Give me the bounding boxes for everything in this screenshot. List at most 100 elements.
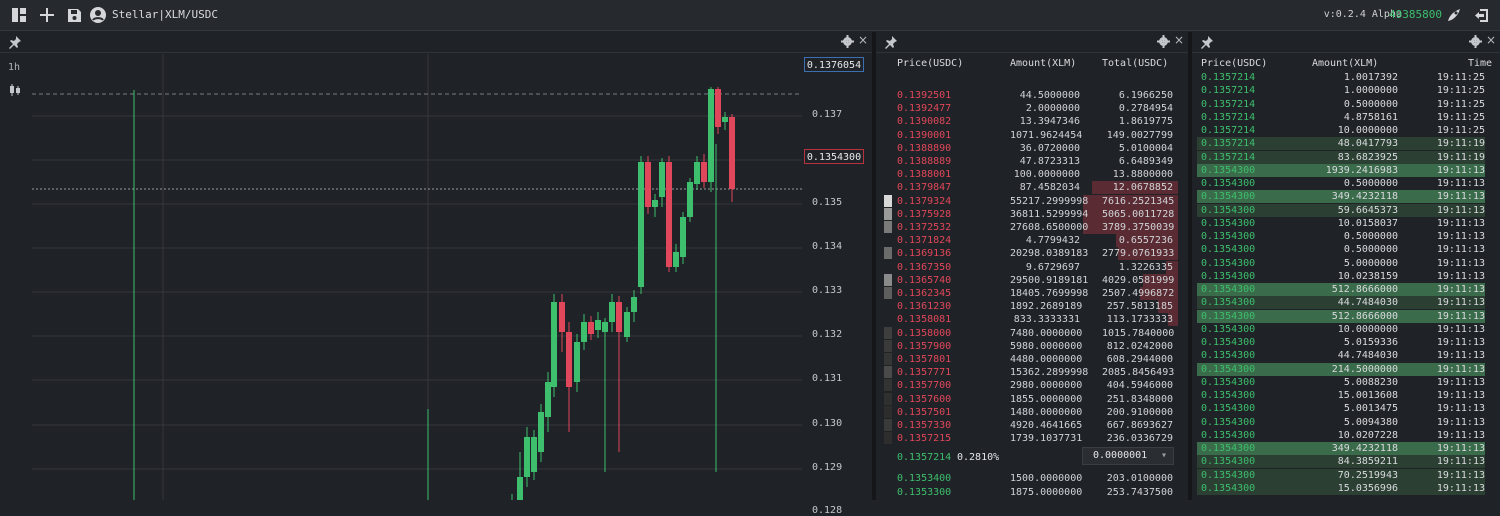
- price-chart[interactable]: [32, 54, 802, 500]
- ask-price[interactable]: 0.1362345: [897, 287, 951, 300]
- trade-time: 19:11:13: [1436, 323, 1485, 335]
- trade-price: 0.1354300: [1201, 297, 1256, 309]
- y-axis-tick-label: 0.131: [812, 373, 843, 384]
- pin-icon[interactable]: [1200, 35, 1214, 49]
- ask-price[interactable]: 0.1358000: [897, 327, 951, 340]
- trade-amount: 349.4232118: [1331, 443, 1398, 454]
- ask-price[interactable]: 0.1361230: [897, 300, 951, 313]
- cumulative-marker: [884, 405, 892, 418]
- trade-amount: 44.7484030: [1337, 297, 1398, 309]
- trade-time: 19:11:25: [1436, 72, 1485, 83]
- add-icon[interactable]: [39, 7, 55, 23]
- ask-price[interactable]: 0.1388889: [897, 155, 951, 168]
- trade-price: 0.1354300: [1201, 323, 1256, 335]
- trades-header-time: Time: [1468, 58, 1493, 69]
- ask-price[interactable]: 0.1392477: [897, 102, 951, 115]
- candlestick-icon[interactable]: [9, 84, 21, 96]
- top-bar: Stellar|XLM/USDC v:0.2.4 Alpha 49385800: [0, 0, 1500, 31]
- chart-panel-header: ×: [0, 32, 872, 53]
- trade-price: 0.1357214: [1201, 72, 1256, 83]
- close-icon[interactable]: ×: [858, 33, 868, 47]
- timeframe-label[interactable]: 1h: [8, 62, 20, 73]
- ask-price[interactable]: 0.1357215: [897, 432, 951, 445]
- trade-amount: 10.0207228: [1337, 429, 1398, 441]
- bid-total: 253.7437500: [1106, 486, 1173, 498]
- precision-select[interactable]: 0.0000001 ▾: [1082, 447, 1174, 465]
- trade-amount: 512.8666000: [1331, 310, 1398, 322]
- candle-body: [566, 332, 572, 387]
- candle-body: [517, 477, 523, 500]
- y-axis-tick-label: 0.137: [812, 109, 843, 120]
- trade-price: 0.1357214: [1201, 98, 1256, 110]
- ask-price[interactable]: 0.1365740: [897, 274, 951, 287]
- pin-icon[interactable]: [884, 35, 898, 49]
- ask-total: 2507.4996872: [1102, 288, 1175, 299]
- cumulative-marker: [884, 287, 892, 299]
- ask-total: 251.8348000: [1106, 393, 1173, 405]
- ask-amount: 27608.6500000: [1010, 222, 1089, 233]
- ask-price[interactable]: 0.1357600: [897, 393, 951, 406]
- rocket-icon[interactable]: [1446, 7, 1462, 23]
- candle-body: [666, 162, 672, 267]
- trade-time: 19:11:13: [1436, 390, 1485, 401]
- trade-amount: 5.0159336: [1343, 337, 1398, 348]
- account-icon[interactable]: [90, 7, 106, 23]
- ask-price[interactable]: 0.1357501: [897, 406, 951, 419]
- trade-time: 19:11:13: [1436, 231, 1485, 242]
- ask-amount: 1480.0000000: [1010, 406, 1083, 418]
- y-axis-tick-label: 0.129: [812, 462, 843, 473]
- ask-price[interactable]: 0.1379847: [897, 181, 951, 194]
- trade-amount: 512.8666000: [1331, 284, 1398, 295]
- candle-body: [545, 382, 551, 417]
- ask-total: 257.5813185: [1106, 301, 1173, 313]
- ask-price[interactable]: 0.1371824: [897, 234, 951, 247]
- ask-price[interactable]: 0.1358081: [897, 313, 951, 326]
- ask-amount: 15362.2899998: [1010, 367, 1089, 379]
- trade-row: 0.1357214 1.0000000 19:11:25: [1197, 84, 1485, 97]
- ask-price[interactable]: 0.1388890: [897, 142, 951, 155]
- ask-price[interactable]: 0.1369136: [897, 247, 951, 260]
- spread-percent: 0.2810%: [957, 452, 1000, 463]
- trade-row: 0.1357214 10.0000000 19:11:25: [1197, 124, 1485, 137]
- close-icon[interactable]: ×: [1486, 33, 1496, 47]
- save-icon[interactable]: [66, 7, 82, 23]
- gear-icon[interactable]: [841, 35, 854, 48]
- trade-row: 0.1354300 10.0158037 19:11:13: [1197, 217, 1485, 230]
- ask-amount: 5980.0000000: [1010, 340, 1083, 352]
- close-icon[interactable]: ×: [1174, 33, 1184, 47]
- gear-icon[interactable]: [1469, 35, 1482, 48]
- pin-icon[interactable]: [8, 35, 22, 49]
- layout-icon[interactable]: [11, 7, 27, 23]
- trade-row: 0.1357214 0.5000000 19:11:25: [1197, 98, 1485, 111]
- ask-price[interactable]: 0.1379324: [897, 195, 951, 208]
- ask-price[interactable]: 0.1390082: [897, 115, 951, 128]
- trade-price: 0.1357214: [1201, 85, 1256, 97]
- ask-amount: 20298.0389183: [1010, 248, 1089, 260]
- ask-amount: 9.6729697: [1025, 261, 1080, 273]
- trade-price: 0.1354300: [1201, 443, 1256, 454]
- logout-icon[interactable]: [1473, 7, 1489, 23]
- ask-price[interactable]: 0.1390001: [897, 129, 951, 142]
- trade-amount: 15.0356996: [1337, 482, 1398, 494]
- ask-price[interactable]: 0.1357700: [897, 379, 951, 392]
- ask-price[interactable]: 0.1392501: [897, 89, 951, 102]
- ask-price[interactable]: 0.1367350: [897, 261, 951, 274]
- ask-price[interactable]: 0.1357801: [897, 353, 951, 366]
- bid-price[interactable]: 0.1353400: [897, 472, 951, 485]
- ask-price[interactable]: 0.1357900: [897, 340, 951, 353]
- trade-price: 0.1354300: [1201, 231, 1256, 242]
- bid-price[interactable]: 0.1353300: [897, 486, 951, 499]
- trade-price: 0.1354300: [1201, 284, 1256, 295]
- trade-row: 0.1354300 1939.2416983 19:11:13: [1197, 163, 1485, 177]
- gear-icon[interactable]: [1157, 35, 1170, 48]
- ask-price[interactable]: 0.1357771: [897, 366, 951, 379]
- trade-row: 0.1354300 84.3859211 19:11:13: [1197, 455, 1485, 469]
- ask-total: 113.1733333: [1106, 314, 1173, 326]
- trade-time: 19:11:13: [1436, 244, 1485, 256]
- ask-price[interactable]: 0.1357330: [897, 419, 951, 432]
- ask-price[interactable]: 0.1388001: [897, 168, 951, 181]
- ask-price[interactable]: 0.1372532: [897, 221, 951, 234]
- cumulative-marker: [884, 366, 892, 379]
- ask-price[interactable]: 0.1375928: [897, 208, 951, 221]
- trade-row: 0.1354300 349.4232118 19:11:13: [1197, 442, 1485, 455]
